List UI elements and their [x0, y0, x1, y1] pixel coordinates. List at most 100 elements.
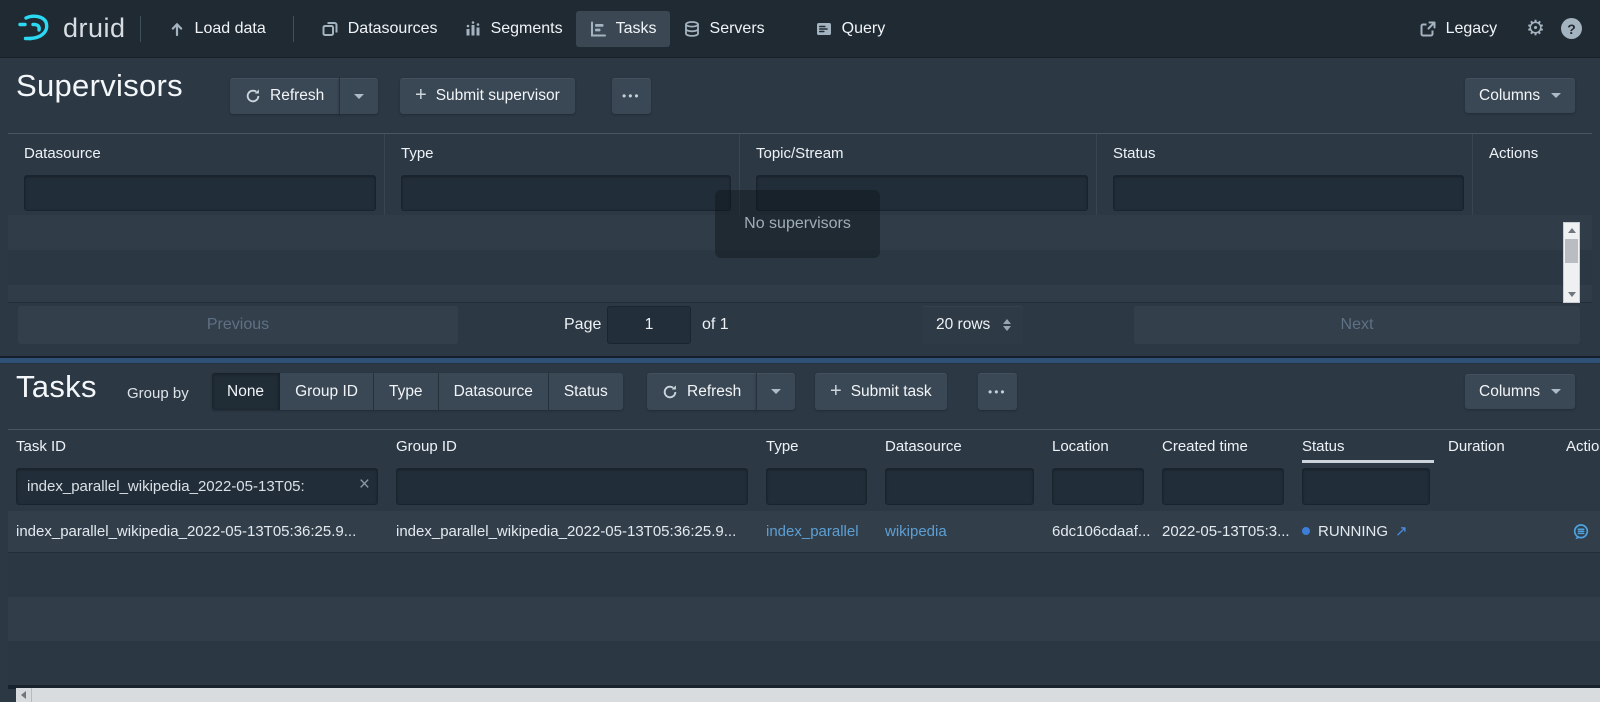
group-by-option-none[interactable]: None [212, 373, 280, 410]
refresh-caret-button[interactable] [339, 78, 378, 114]
tasks-columns-button[interactable]: Columns [1465, 374, 1575, 409]
location-filter-input[interactable] [1052, 468, 1144, 505]
section-splitter[interactable] [0, 356, 1600, 364]
refresh-label: Refresh [270, 87, 324, 105]
column-header-group-id[interactable]: Group ID [388, 430, 758, 463]
scroll-down-icon [1568, 292, 1576, 297]
caret-down-icon [1551, 389, 1561, 394]
page-input[interactable] [607, 306, 691, 344]
nav-item-segments[interactable]: Segments [451, 11, 576, 47]
supervisors-columns-button[interactable]: Columns [1465, 78, 1575, 113]
column-header-status[interactable]: Status [1294, 430, 1440, 463]
gear-icon[interactable]: ⚙ [1526, 18, 1545, 39]
scroll-left-button[interactable] [16, 688, 31, 702]
nav-item-tasks[interactable]: Tasks [576, 11, 670, 47]
group-by-label: Group by [127, 385, 189, 402]
refresh-caret-button[interactable] [756, 373, 795, 410]
duration-cell [1440, 511, 1558, 552]
scroll-up-button[interactable] [1564, 223, 1579, 238]
columns-label: Columns [1479, 87, 1540, 105]
column-header-created-time[interactable]: Created time [1154, 430, 1294, 463]
nav-right-group: Legacy ⚙ ? [1406, 11, 1582, 47]
nav-item-label: Datasources [348, 20, 438, 38]
datasource-filter-input[interactable] [885, 468, 1034, 505]
supervisors-more-button[interactable]: ••• [612, 78, 651, 114]
group-by-option-group-id[interactable]: Group ID [280, 373, 374, 410]
page-label: Page [564, 316, 601, 334]
status-cell: RUNNING↗ [1294, 511, 1440, 552]
more-icon: ••• [988, 386, 1007, 398]
nav-item-servers[interactable]: Servers [670, 11, 778, 47]
submit-task-label: Submit task [851, 383, 932, 401]
task-log-icon[interactable] [1572, 523, 1590, 541]
column-header-location[interactable]: Location [1044, 430, 1154, 463]
empty-row [8, 641, 1600, 685]
column-header-type[interactable]: Type [385, 134, 740, 172]
nav-item-label: Segments [491, 20, 563, 38]
created-time-cell: 2022-05-13T05:3... [1154, 511, 1294, 552]
supervisor-type-filter[interactable] [401, 175, 731, 211]
column-header-type[interactable]: Type [758, 430, 877, 463]
external-link-icon [1419, 20, 1437, 38]
nav-item-label: Load data [195, 20, 266, 38]
submit-supervisor-button[interactable]: + Submit supervisor [400, 78, 575, 114]
column-header-datasource[interactable]: Datasource [877, 430, 1044, 463]
next-label: Next [1341, 316, 1374, 334]
vertical-scrollbar[interactable] [1563, 222, 1580, 303]
clear-filter-icon[interactable]: × [359, 475, 370, 494]
column-header-task-id[interactable]: Task ID [8, 430, 388, 463]
nav-item-load-data[interactable]: Load data [155, 11, 279, 47]
group-by-option-datasource[interactable]: Datasource [439, 373, 549, 410]
type-filter-input[interactable] [766, 468, 867, 505]
created-time-filter-input[interactable] [1162, 468, 1284, 505]
group-by-option-type[interactable]: Type [374, 373, 439, 410]
task-id-filter-input[interactable] [16, 468, 378, 505]
tasks-filter-row: × [8, 463, 1600, 511]
tasks-more-button[interactable]: ••• [978, 373, 1017, 410]
supervisor-datasource-filter[interactable] [24, 175, 376, 211]
type-link[interactable]: index_parallel [758, 511, 877, 552]
status-external-arrow-icon[interactable]: ↗ [1395, 523, 1408, 540]
duration-filter-cell [1440, 463, 1558, 511]
next-page-button[interactable]: Next [1134, 306, 1580, 344]
help-icon: ? [1567, 21, 1576, 37]
caret-down-icon [354, 94, 364, 99]
horizontal-scrollbar[interactable] [16, 688, 1600, 702]
column-header-datasource[interactable]: Datasource [8, 134, 385, 172]
location-cell: 6dc106cdaaf... [1044, 511, 1154, 552]
group-id-filter-input[interactable] [396, 468, 748, 505]
brand-text: druid [63, 13, 126, 44]
group-by-option-status[interactable]: Status [549, 373, 623, 410]
columns-label: Columns [1479, 383, 1540, 401]
empty-row [8, 597, 1600, 641]
supervisors-header-row: Datasource Type Topic/Stream Status Acti… [8, 134, 1592, 172]
help-button[interactable]: ? [1561, 18, 1582, 39]
refresh-button[interactable]: Refresh [647, 373, 756, 410]
column-header-topic-stream[interactable]: Topic/Stream [740, 134, 1097, 172]
scroll-down-button[interactable] [1564, 287, 1579, 302]
rows-per-page-value: 20 rows [936, 316, 990, 334]
supervisor-status-filter[interactable] [1113, 175, 1464, 211]
submit-task-button[interactable]: + Submit task [815, 373, 947, 410]
column-header-status[interactable]: Status [1097, 134, 1473, 172]
rows-per-page-select[interactable]: 20 rows [922, 306, 1023, 344]
legacy-button[interactable]: Legacy [1406, 11, 1511, 47]
status-filter-input[interactable] [1302, 468, 1430, 505]
task-row[interactable]: index_parallel_wikipedia_2022-05-13T05:3… [8, 511, 1600, 553]
nav-item-datasources[interactable]: Datasources [308, 11, 451, 47]
nav-item-query[interactable]: Query [802, 11, 899, 47]
status-dot [1302, 527, 1310, 535]
druid-logo-icon[interactable] [16, 10, 54, 48]
nav-item-label: Servers [710, 20, 765, 38]
datasource-link[interactable]: wikipedia [877, 511, 1044, 552]
column-header-duration[interactable]: Duration [1440, 430, 1558, 463]
supervisors-section: Supervisors Refresh + Submit supervisor … [0, 58, 1600, 356]
refresh-button[interactable]: Refresh [230, 78, 339, 114]
tasks-section: Tasks Group by None Group ID Type Dataso… [0, 364, 1600, 702]
column-header-actions: Actions [1558, 430, 1600, 463]
scroll-track[interactable] [1564, 238, 1579, 287]
previous-page-button[interactable]: Previous [18, 306, 458, 344]
horizontal-scroll-thumb[interactable] [31, 688, 1600, 702]
scroll-thumb[interactable] [1565, 239, 1578, 263]
scroll-up-icon [1568, 228, 1576, 233]
